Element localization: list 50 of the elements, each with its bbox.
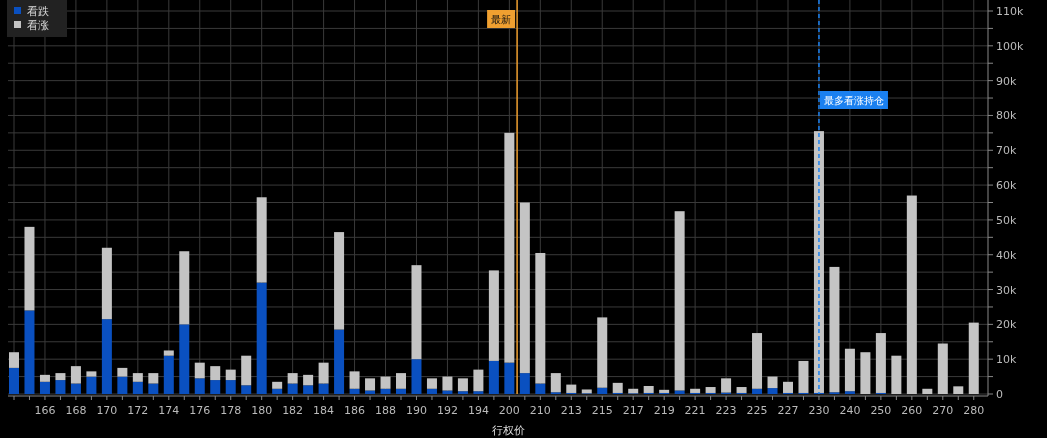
x-tick-label: 210 <box>529 404 551 417</box>
x-tick-label: 190 <box>406 404 427 417</box>
x-tick-label: 194 <box>467 404 489 417</box>
x-tick-label: 213 <box>560 404 582 417</box>
x-tick-label: 219 <box>653 404 675 417</box>
x-tick-label: 176 <box>189 404 211 417</box>
legend-label: 看涨 <box>27 18 49 32</box>
x-tick-label: 186 <box>344 404 366 417</box>
x-tick-label: 280 <box>963 404 985 417</box>
y-tick-label: 70k <box>996 144 1017 158</box>
y-tick-label: 40k <box>996 248 1017 262</box>
x-tick-label: 192 <box>436 404 458 417</box>
x-tick-label: 221 <box>684 404 706 417</box>
y-tick-label: 10k <box>996 353 1017 367</box>
x-tick-label: 182 <box>282 404 304 417</box>
x-tick-label: 174 <box>158 404 180 417</box>
annotation: 最新 <box>491 14 512 25</box>
reference-tag: 最多看涨持仓 <box>819 91 888 109</box>
x-tick-label: 250 <box>870 404 892 417</box>
x-axis-title: 行权价 <box>491 424 525 437</box>
ref-line-label: 最多看涨持仓 <box>823 95 884 106</box>
y-tick-label: 110k <box>996 5 1024 18</box>
x-tick-label: 180 <box>251 404 273 417</box>
y-tick-label: 80k <box>996 109 1017 123</box>
x-tick-label: 188 <box>375 404 396 417</box>
y-tick-label: 30k <box>996 283 1017 297</box>
x-tick-label: 172 <box>127 404 149 417</box>
x-tick-label: 223 <box>715 404 737 417</box>
x-tick-label: 166 <box>34 404 56 417</box>
latest-price-tag: 最新 <box>487 10 516 28</box>
y-tick-label: 100k <box>996 39 1024 53</box>
x-tick-label: 230 <box>808 404 830 417</box>
x-tick-label: 170 <box>96 404 118 417</box>
x-tick-label: 240 <box>839 404 861 417</box>
y-tick-label: 0 <box>996 388 1003 401</box>
x-tick-label: 184 <box>313 404 335 417</box>
y-tick-label: 20k <box>996 318 1017 332</box>
x-tick-label: 217 <box>622 404 644 417</box>
x-tick-label: 215 <box>591 404 613 417</box>
legend-label: 看跌 <box>27 4 49 18</box>
x-tick-label: 270 <box>932 404 954 417</box>
x-tick-label: 227 <box>777 404 799 417</box>
x-tick-label: 178 <box>220 404 242 417</box>
x-tick-label: 168 <box>65 404 87 417</box>
x-tick-label: 200 <box>498 404 520 417</box>
y-tick-label: 50k <box>996 213 1017 227</box>
x-tick-label: 225 <box>746 404 768 417</box>
x-tick-label: 260 <box>901 404 923 417</box>
y-tick-label: 60k <box>996 179 1017 193</box>
y-tick-label: 90k <box>996 74 1017 88</box>
